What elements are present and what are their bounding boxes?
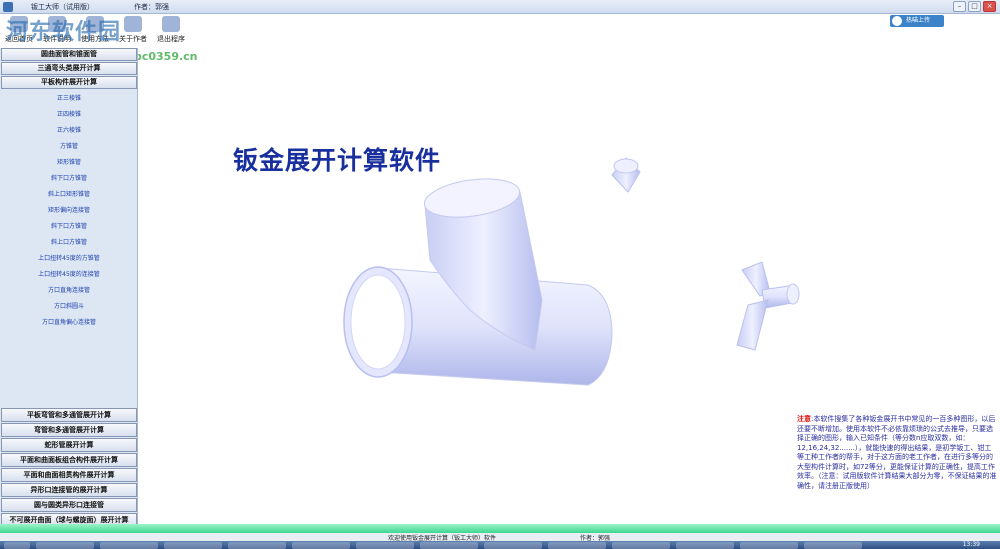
status-bar: 欢迎使用钣金展开计算（钣工大师）软件 作者：郭强 bbox=[0, 533, 1000, 542]
taskbar-item[interactable] bbox=[356, 542, 414, 549]
taskbar-item[interactable] bbox=[804, 542, 862, 549]
windows-taskbar: 13:39 bbox=[0, 541, 1000, 549]
taskbar-item[interactable] bbox=[100, 542, 158, 549]
taskbar-item[interactable] bbox=[612, 542, 670, 549]
usage-note: 注意:本软件搜集了各种钣金展开书中常见的一百多种图形，以后还要不断增加。使用本软… bbox=[797, 415, 997, 491]
taskbar-item[interactable] bbox=[164, 542, 222, 549]
taskbar-item[interactable] bbox=[740, 542, 798, 549]
taskbar-item[interactable] bbox=[548, 542, 606, 549]
taskbar-item[interactable] bbox=[36, 542, 94, 549]
taskbar-item[interactable] bbox=[676, 542, 734, 549]
start-button[interactable] bbox=[4, 542, 30, 549]
tee-pipe-shape bbox=[343, 178, 613, 386]
progress-bar bbox=[0, 524, 1000, 533]
taskbar-item[interactable] bbox=[228, 542, 286, 549]
note-text: 本软件搜集了各种钣金展开书中常见的一百多种图形，以后还要不断增加。使用本软件不必… bbox=[797, 415, 997, 490]
taskbar-item[interactable] bbox=[292, 542, 350, 549]
taskbar-item[interactable] bbox=[420, 542, 478, 549]
note-label: 注意 bbox=[797, 415, 811, 423]
taskbar-item[interactable] bbox=[484, 542, 542, 549]
cone-shape bbox=[611, 157, 641, 193]
taskbar-clock: 13:39 bbox=[962, 541, 980, 548]
y-pipe-shape bbox=[736, 261, 800, 351]
